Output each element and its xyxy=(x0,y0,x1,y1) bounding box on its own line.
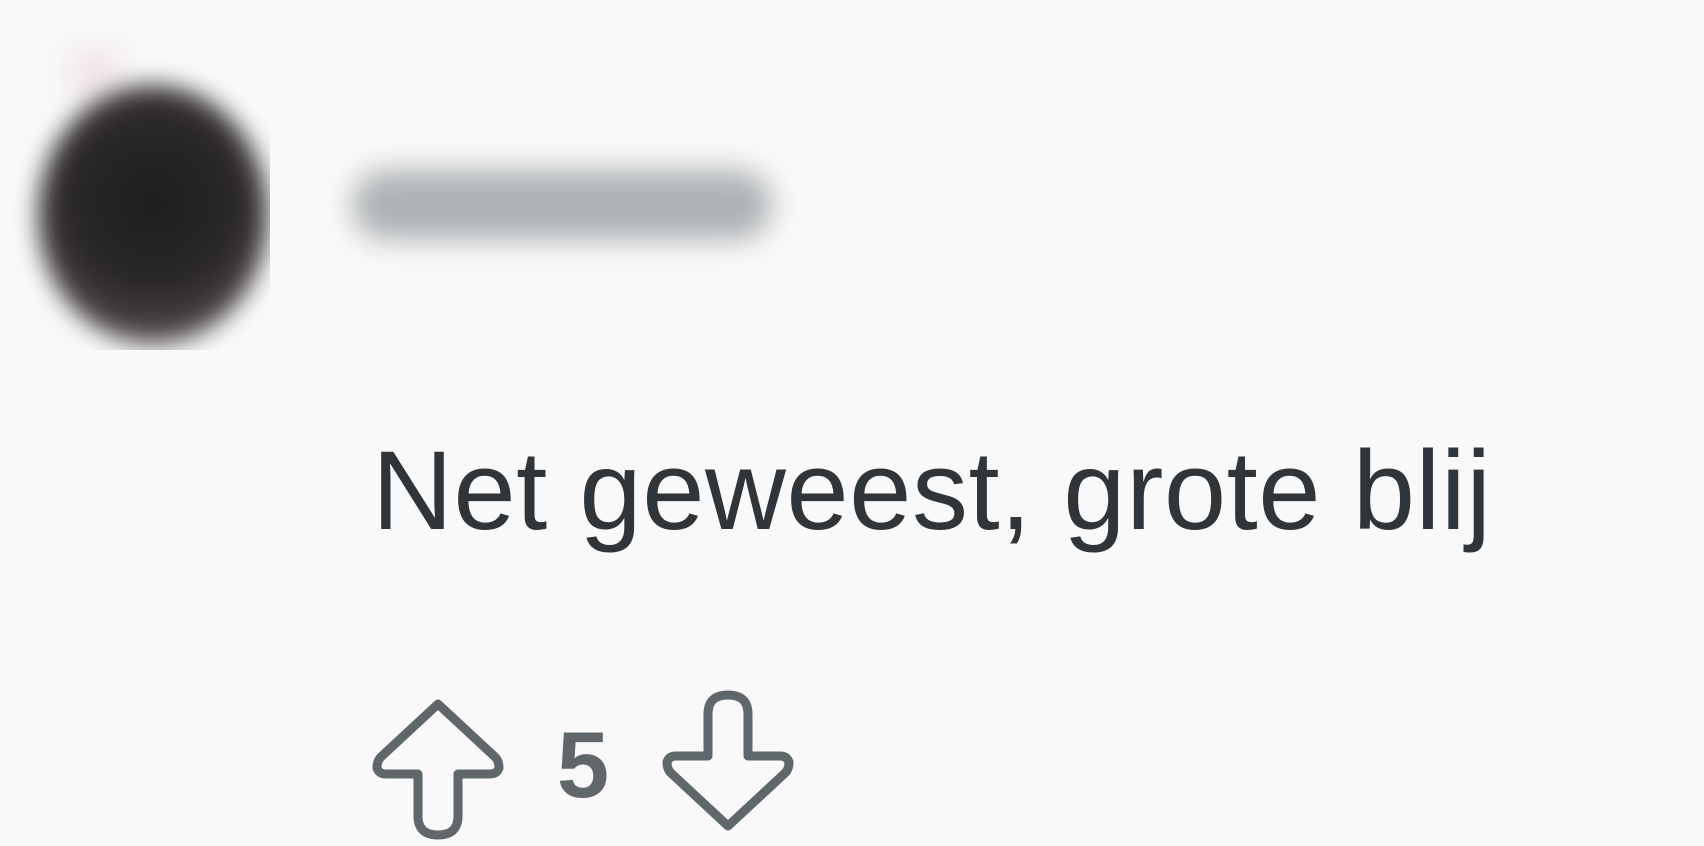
upvote-button[interactable] xyxy=(372,690,504,840)
avatar[interactable] xyxy=(10,30,270,350)
avatar-image xyxy=(70,50,120,95)
avatar-image xyxy=(38,85,268,345)
comment-text: Net geweest, grote blij xyxy=(372,428,1492,553)
downvote-button[interactable] xyxy=(662,690,794,840)
author-name[interactable] xyxy=(352,170,772,240)
vote-bar: 5 xyxy=(372,690,794,840)
arrow-up-icon xyxy=(372,699,504,840)
vote-score: 5 xyxy=(556,712,610,817)
arrow-down-icon xyxy=(662,690,794,831)
comment-card: Net geweest, grote blij 5 xyxy=(0,0,1704,846)
